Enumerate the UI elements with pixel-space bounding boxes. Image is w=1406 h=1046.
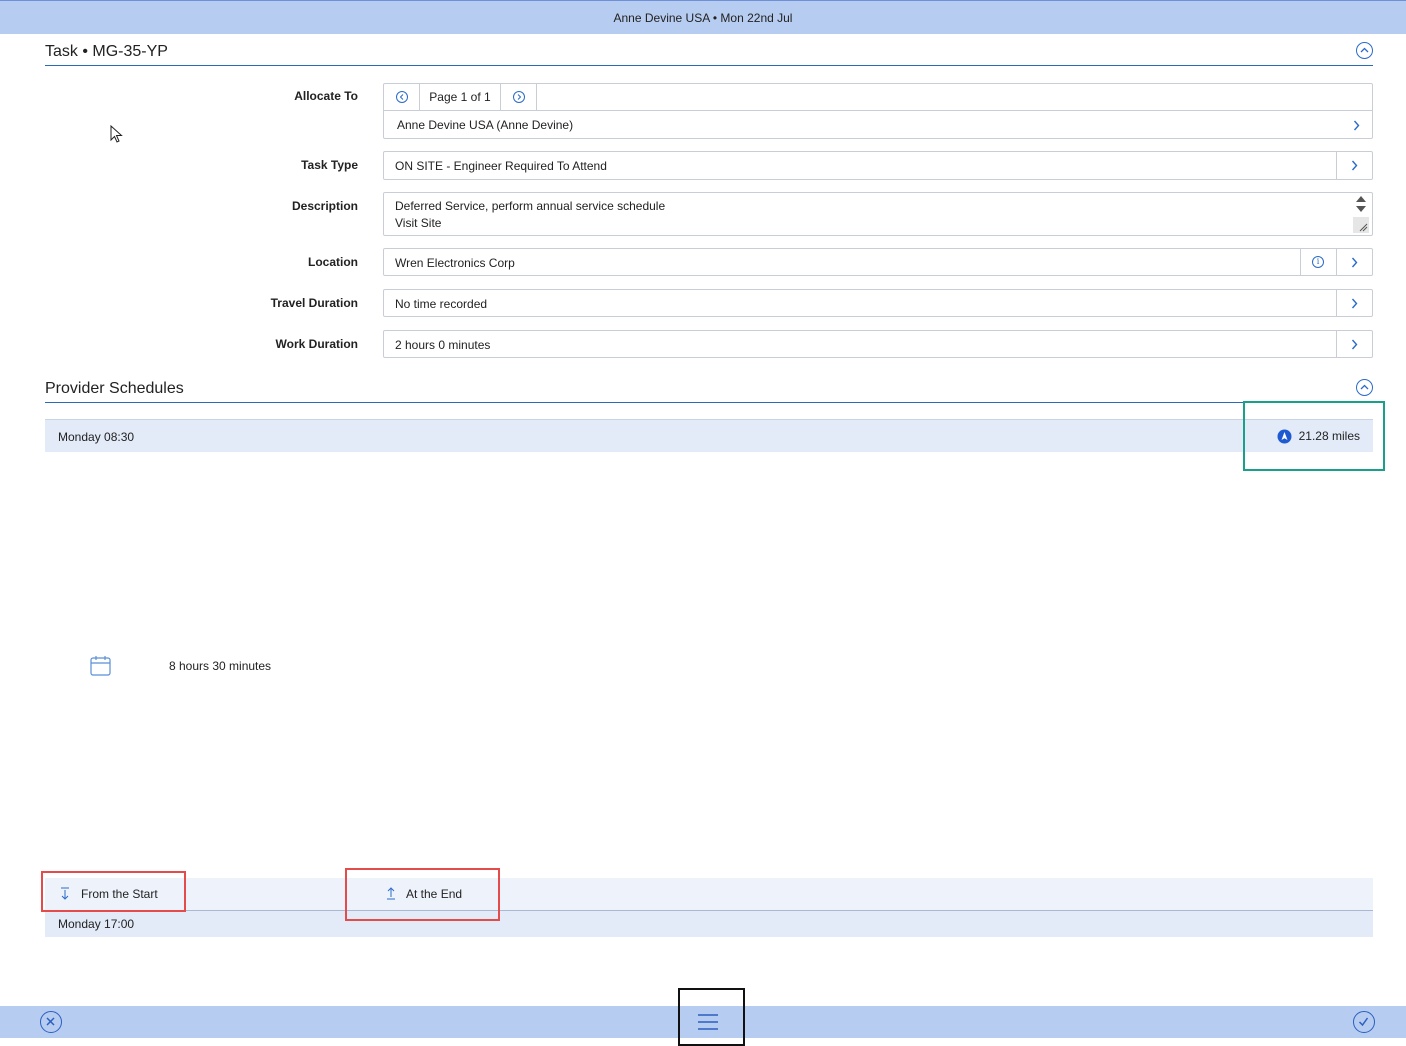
header-title: Anne Devine USA • Mon 22nd Jul	[613, 11, 793, 25]
allocate-to-select[interactable]: Anne Devine USA (Anne Devine)	[384, 111, 1372, 139]
task-type-select-button[interactable]	[1336, 152, 1372, 179]
travel-duration-select-button[interactable]	[1336, 290, 1372, 316]
work-duration-label: Work Duration	[275, 337, 358, 351]
distance-value: 21.28 miles	[1298, 429, 1360, 443]
provider-title: Provider Schedules	[45, 380, 184, 397]
chevron-right-icon	[517, 94, 522, 100]
scroll-arrows-icon	[1353, 196, 1369, 233]
location-info-button[interactable]: i	[1300, 249, 1336, 275]
calendar-icon	[90, 656, 111, 676]
travel-duration-label: Travel Duration	[270, 296, 358, 310]
schedule-end-time: Monday 17:00	[58, 917, 135, 931]
chevron-right-icon	[1351, 160, 1358, 171]
allocate-to-value: Anne Devine USA (Anne Devine)	[397, 118, 574, 132]
schedule-start-row[interactable]: Monday 08:30 21.28 miles	[45, 419, 1373, 452]
location-field[interactable]: Wren Electronics Corp i	[383, 248, 1373, 276]
location-select-button[interactable]	[1336, 249, 1372, 275]
arrow-down-icon	[61, 887, 69, 900]
chevron-right-icon	[1351, 257, 1358, 268]
chevron-up-icon	[1360, 384, 1369, 390]
mouse-cursor-icon	[110, 125, 123, 143]
allocate-to-label: Allocate To	[294, 89, 358, 103]
description-line-2: Visit Site	[395, 216, 442, 230]
task-type-value: ON SITE - Engineer Required To Attend	[395, 159, 607, 173]
insert-options-row: From the Start At the End	[45, 878, 1373, 911]
description-line-1: Deferred Service, perform annual service…	[395, 199, 666, 213]
info-icon: i	[1312, 256, 1324, 268]
from-start-label: From the Start	[81, 887, 158, 901]
chevron-right-icon	[1353, 120, 1360, 131]
textarea-scrollbar[interactable]	[1350, 193, 1372, 235]
navigation-icon	[1277, 429, 1292, 444]
page-indicator: Page 1 of 1	[420, 84, 501, 110]
allocate-to-field: Page 1 of 1 Anne Devine USA (Anne Devine…	[383, 83, 1373, 139]
menu-button[interactable]	[697, 1013, 719, 1031]
travel-duration-value: No time recorded	[395, 297, 488, 311]
task-title: Task • MG-35-YP	[45, 43, 168, 60]
task-section-header: Task • MG-35-YP	[45, 34, 1373, 66]
description-label: Description	[291, 199, 358, 213]
collapse-task-button[interactable]	[1356, 42, 1373, 59]
arrow-up-icon	[387, 887, 395, 900]
work-duration-field[interactable]: 2 hours 0 minutes	[383, 330, 1373, 358]
chevron-right-icon	[1351, 339, 1358, 350]
allocate-pager: Page 1 of 1	[384, 84, 1372, 111]
close-icon	[46, 1017, 55, 1026]
next-page-button[interactable]	[501, 84, 537, 110]
work-duration-select-button[interactable]	[1336, 331, 1372, 357]
check-icon	[1358, 1017, 1369, 1027]
schedule-duration: 8 hours 30 minutes	[169, 659, 272, 673]
cancel-button[interactable]	[40, 1011, 62, 1033]
provider-section-header: Provider Schedules	[45, 371, 1373, 403]
chevron-right-icon	[1351, 298, 1358, 309]
at-end-label: At the End	[406, 887, 463, 901]
top-bar: Anne Devine USA • Mon 22nd Jul	[0, 0, 1406, 34]
chevron-left-icon	[399, 94, 404, 100]
distance-link[interactable]: 21.28 miles	[1277, 429, 1360, 444]
task-type-field[interactable]: ON SITE - Engineer Required To Attend	[383, 151, 1373, 180]
collapse-provider-button[interactable]	[1356, 379, 1373, 396]
chevron-up-icon	[1360, 47, 1369, 53]
prev-page-button[interactable]	[384, 84, 420, 110]
confirm-button[interactable]	[1353, 1011, 1375, 1033]
schedule-start-time: Monday 08:30	[58, 430, 135, 444]
schedule-end-row[interactable]: Monday 17:00	[45, 911, 1373, 937]
work-duration-value: 2 hours 0 minutes	[395, 338, 491, 352]
description-textarea[interactable]: Deferred Service, perform annual service…	[383, 192, 1373, 236]
location-value: Wren Electronics Corp	[395, 256, 515, 270]
location-label: Location	[308, 255, 358, 269]
bottom-toolbar	[0, 1006, 1406, 1038]
task-type-label: Task Type	[301, 158, 358, 172]
travel-duration-field[interactable]: No time recorded	[383, 289, 1373, 317]
menu-icon	[698, 1014, 718, 1030]
